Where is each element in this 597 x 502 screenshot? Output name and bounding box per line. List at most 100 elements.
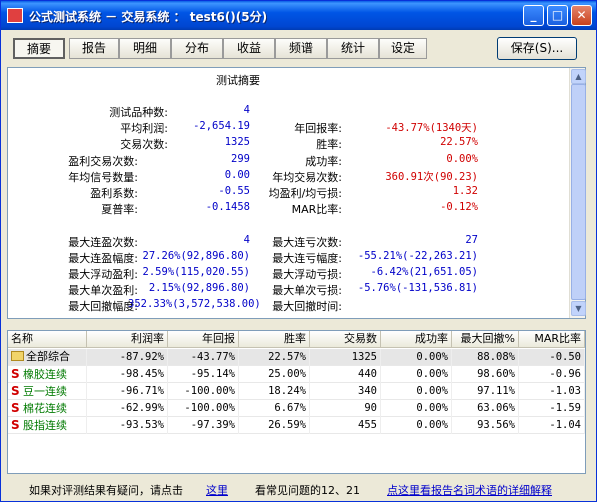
table-cell: -0.96 bbox=[519, 366, 585, 383]
summary-label: 均盈利/均亏损: bbox=[268, 187, 342, 200]
summary-label: 最大连亏次数: bbox=[272, 235, 342, 249]
minimize-button[interactable]: _ bbox=[523, 5, 544, 26]
table-cell: 1325 bbox=[310, 349, 381, 366]
summary-title: 测试摘要 bbox=[216, 74, 260, 87]
s-icon: S bbox=[11, 401, 20, 415]
col-header-winrate[interactable]: 胜率 bbox=[239, 331, 310, 348]
row-name: 股指连续 bbox=[23, 419, 67, 432]
cell-name: S 橡胶连续 bbox=[8, 366, 87, 383]
maximize-button[interactable]: □ bbox=[547, 5, 568, 26]
cell-name: S 棉花连续 bbox=[8, 400, 87, 417]
table-cell: 340 bbox=[310, 383, 381, 400]
summary-value: 299 bbox=[231, 152, 250, 165]
tab-report[interactable]: 报告 bbox=[69, 38, 119, 59]
scroll-thumb[interactable] bbox=[571, 84, 586, 300]
table-header: 名称 利润率 年回报 胜率 交易数 成功率 最大回撤% MAR比率 bbox=[8, 331, 585, 348]
summary-value: -0.12% bbox=[440, 201, 478, 214]
tab-returns[interactable]: 收益 bbox=[223, 38, 275, 59]
table-cell: 98.60% bbox=[452, 366, 519, 383]
summary-label: 夏普率: bbox=[101, 203, 138, 217]
summary-label: 最大连盈幅度: bbox=[68, 251, 138, 265]
summary-label: 最大浮动亏损: bbox=[272, 268, 342, 281]
close-button[interactable]: ✕ bbox=[571, 5, 592, 26]
tab-spectrum[interactable]: 频谱 bbox=[275, 38, 327, 59]
tab-statistics[interactable]: 统计 bbox=[327, 38, 379, 59]
table-cell: -62.99% bbox=[87, 400, 168, 417]
table-cell: 0.00% bbox=[381, 383, 452, 400]
tab-distribution[interactable]: 分布 bbox=[171, 38, 223, 59]
row-name: 豆一连续 bbox=[23, 385, 67, 398]
table-cell: -0.50 bbox=[519, 349, 585, 366]
table-cell: -100.00% bbox=[168, 383, 239, 400]
summary-value: 352.33%(3,572,538.00) bbox=[128, 298, 261, 311]
table-cell: -43.77% bbox=[168, 349, 239, 366]
col-header-mar[interactable]: MAR比率 bbox=[519, 331, 585, 348]
table-cell: 93.56% bbox=[452, 417, 519, 434]
summary-value: 27 bbox=[465, 233, 478, 246]
table-row[interactable]: 全部综合 -87.92% -43.77% 22.57% 1325 0.00% 88.08% -… bbox=[8, 349, 585, 366]
app-window: 公式测试系统 － 交易系统 ： test6()(5分) _ □ ✕ 摘要 报告 … bbox=[0, 0, 597, 502]
summary-value: 0.00% bbox=[446, 152, 478, 165]
table-cell: 97.11% bbox=[452, 383, 519, 400]
table-cell: 455 bbox=[310, 417, 381, 434]
table-cell: 25.00% bbox=[239, 366, 310, 383]
status-bar: 如果对评测结果有疑问，请点击 这里 看常见问题的12、21 点这里看报告名词术语… bbox=[1, 479, 596, 501]
tab-details[interactable]: 明细 bbox=[119, 38, 171, 59]
col-header-success[interactable]: 成功率 bbox=[381, 331, 452, 348]
summary-panel: 测试摘要 测试品种数: 4 平均利润: -2,654.19 交易次数: 1325 盈利交易次… bbox=[7, 67, 586, 319]
table-cell: 26.59% bbox=[239, 417, 310, 434]
summary-value: 27.26%(92,896.80) bbox=[142, 249, 250, 262]
summary-label: 胜率: bbox=[316, 138, 342, 152]
tab-settings[interactable]: 设定 bbox=[379, 38, 427, 59]
faq-link[interactable]: 这里 bbox=[206, 482, 228, 498]
summary-label: 最大浮动盈利: bbox=[68, 268, 138, 281]
table-row[interactable]: S 股指连续 -93.53% -97.39% 26.59% 455 0.00% 93.56% -… bbox=[8, 417, 585, 434]
col-header-annual[interactable]: 年回报 bbox=[168, 331, 239, 348]
summary-label: 年回报率: bbox=[294, 122, 342, 136]
table-cell: -96.71% bbox=[87, 383, 168, 400]
summary-value: -6.42%(21,651.05) bbox=[370, 266, 478, 278]
summary-label: 年均信号数量: bbox=[68, 170, 138, 184]
table-row[interactable]: S 橡胶连续 -98.45% -95.14% 25.00% 440 0.00% 98.60% -… bbox=[8, 366, 585, 383]
summary-label: 最大单次亏损: bbox=[272, 284, 342, 298]
summary-label: 成功率: bbox=[305, 154, 342, 168]
summary-value: 2.59%(115,020.55) bbox=[142, 266, 250, 278]
table-cell: 88.08% bbox=[452, 349, 519, 366]
summary-label: 最大连亏幅度: bbox=[272, 251, 342, 265]
col-header-trades[interactable]: 交易数 bbox=[310, 331, 381, 348]
row-name: 全部综合 bbox=[26, 350, 70, 363]
table-cell: 22.57% bbox=[239, 349, 310, 366]
table-cell: -87.92% bbox=[87, 349, 168, 366]
summary-label: 盈利系数: bbox=[90, 187, 138, 200]
row-name: 橡胶连续 bbox=[23, 368, 67, 381]
table-cell: -1.03 bbox=[519, 383, 585, 400]
summary-value: -0.1458 bbox=[205, 201, 250, 214]
title-bar[interactable]: 公式测试系统 － 交易系统 ： test6()(5分) _ □ ✕ bbox=[1, 1, 596, 30]
folder-icon bbox=[11, 351, 24, 361]
scroll-up-icon[interactable]: ▲ bbox=[571, 69, 586, 84]
tab-summary[interactable]: 摘要 bbox=[13, 38, 65, 59]
col-header-profit[interactable]: 利润率 bbox=[87, 331, 168, 348]
table-cell: 63.06% bbox=[452, 400, 519, 417]
table-cell: -97.39% bbox=[168, 417, 239, 434]
summary-value: 1.32 bbox=[452, 185, 478, 197]
summary-scrollbar[interactable]: ▲ ▼ bbox=[569, 68, 586, 318]
s-icon: S bbox=[11, 384, 20, 398]
table-row[interactable]: S 棉花连续 -62.99% -100.00% 6.67% 90 0.00% 63.06% -1… bbox=[8, 400, 585, 417]
col-header-drawdown[interactable]: 最大回撤% bbox=[452, 331, 519, 348]
status-prefix: 如果对评测结果有疑问，请点击 bbox=[29, 484, 183, 497]
save-button[interactable]: 保存(S)... bbox=[497, 37, 577, 60]
summary-label: 最大单次盈利: bbox=[68, 284, 138, 298]
table-cell: -1.04 bbox=[519, 417, 585, 434]
table-cell: 0.00% bbox=[381, 349, 452, 366]
glossary-link[interactable]: 点这里看报告名词术语的详细解释 bbox=[387, 482, 552, 498]
col-header-name[interactable]: 名称 bbox=[8, 331, 87, 348]
summary-value: 1325 bbox=[224, 136, 250, 149]
table-cell: 90 bbox=[310, 400, 381, 417]
scroll-down-icon[interactable]: ▼ bbox=[571, 301, 586, 316]
cell-name: 全部综合 bbox=[8, 349, 87, 366]
row-name: 棉花连续 bbox=[23, 402, 67, 415]
table-cell: -93.53% bbox=[87, 417, 168, 434]
table-row[interactable]: S 豆一连续 -96.71% -100.00% 18.24% 340 0.00% 97.11%… bbox=[8, 383, 585, 400]
app-icon bbox=[7, 8, 23, 23]
